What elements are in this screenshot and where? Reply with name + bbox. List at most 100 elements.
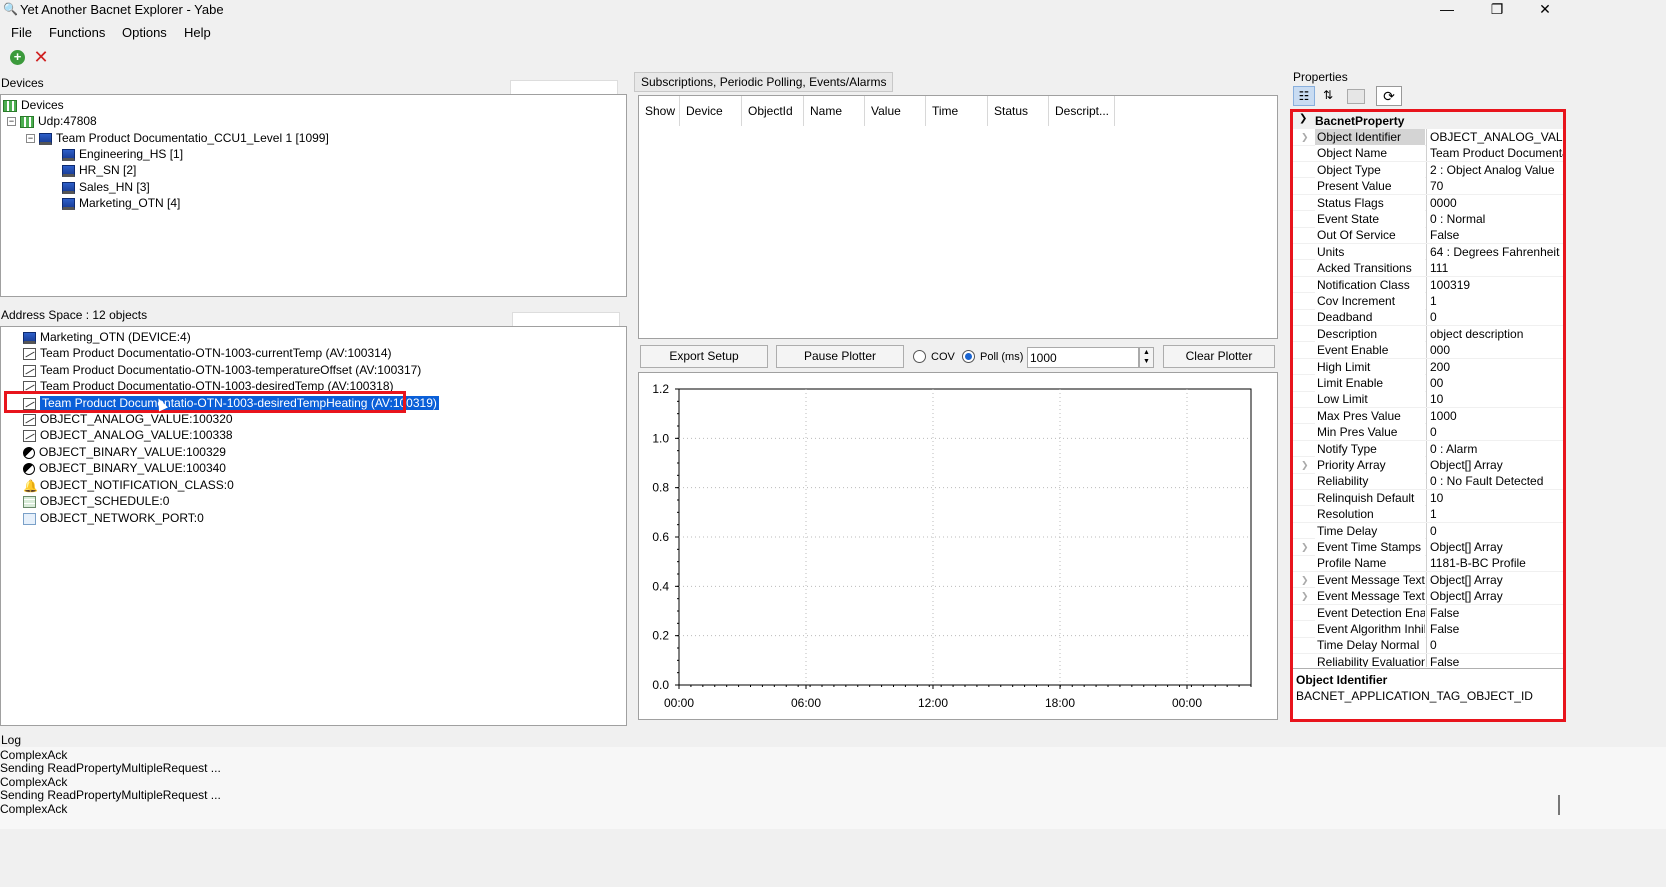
column-header[interactable]: Status [988,96,1049,126]
property-row[interactable]: Low Limit 10 [1293,391,1563,408]
property-row[interactable]: Event Algorithm Inhibi False [1293,621,1563,638]
restore-button[interactable]: ❐ [1474,0,1520,20]
property-row[interactable]: ❯ Event Message Texts Object[] Array [1293,571,1563,589]
property-value[interactable]: 0 [1426,424,1563,441]
property-row[interactable]: Resolution 1 [1293,506,1563,523]
menu-functions[interactable]: Functions [49,25,105,40]
plotter-area[interactable]: 0.0 0.2 0.4 0.6 0.8 1.0 1.2 00:00 06:00 12:00 18:0… [638,372,1278,720]
property-value[interactable]: 64 : Degrees Fahrenheit [1426,243,1563,260]
poll-radio[interactable] [962,350,975,363]
property-row[interactable]: Acked Transitions 111 [1293,260,1563,277]
poll-interval-input[interactable] [1027,347,1139,368]
tree-node-hr[interactable]: HR_SN [2] [62,162,136,178]
property-row[interactable]: Event Detection Enab False [1293,604,1563,622]
property-row[interactable]: Limit Enable 00 [1293,375,1563,392]
property-row[interactable]: ❯ Event Message Texts Object[] Array [1293,588,1563,605]
tree-node-devices[interactable]: Devices [3,97,64,113]
property-row[interactable]: Max Pres Value 1000 [1293,407,1563,425]
minimize-button[interactable]: — [1424,0,1470,20]
property-row[interactable]: Status Flags 0000 [1293,194,1563,212]
address-space-tree[interactable]: Marketing_OTN (DEVICE:4) Team Product Do… [0,326,627,726]
property-row[interactable]: Notify Type 0 : Alarm [1293,440,1563,458]
property-value[interactable]: 0 : Normal [1426,211,1563,227]
property-value[interactable]: 1 [1426,506,1563,523]
address-item[interactable]: Team Product Documentatio-OTN-1003-curre… [23,345,392,361]
property-value[interactable]: Object[] Array [1426,539,1563,555]
property-row[interactable]: Event Enable 000 [1293,342,1563,359]
collapse-icon[interactable]: ❯ [1299,113,1307,124]
property-row[interactable]: Time Delay Normal 0 [1293,637,1563,654]
column-header[interactable]: Descript... [1049,96,1115,126]
log-scrollbar[interactable] [1558,795,1560,815]
property-value[interactable]: 1000 [1426,407,1563,424]
poll-spinner[interactable]: ▲ ▼ [1139,347,1154,368]
property-row[interactable]: Event State 0 : Normal [1293,211,1563,228]
address-item[interactable]: OBJECT_ANALOG_VALUE:100320 [23,411,233,427]
expand-icon[interactable]: ❯ [1301,129,1309,145]
collapse-icon[interactable]: − [7,117,16,127]
log-area[interactable]: ComplexAck Sending ReadPropertyMultipleR… [0,747,1666,829]
close-window-button[interactable]: ✕ [1522,0,1568,20]
property-value[interactable]: 111 [1426,260,1563,277]
property-value[interactable]: Object[] Array [1426,457,1563,473]
property-row[interactable]: Reliability Evaluation I False [1293,653,1563,667]
property-value[interactable]: 000 [1426,342,1563,359]
cov-radio[interactable] [913,350,926,363]
property-row[interactable]: Profile Name 1181-B-BC Profile [1293,555,1563,572]
remove-device-icon[interactable]: ✕ [33,48,49,66]
expand-icon[interactable]: ❯ [1301,539,1309,555]
property-row[interactable]: Description object description [1293,325,1563,343]
export-setup-button[interactable]: Export Setup [640,345,768,368]
property-row[interactable]: Cov Increment 1 [1293,293,1563,310]
menu-help[interactable]: Help [184,25,211,40]
property-value[interactable]: 00 [1426,375,1563,391]
property-row[interactable]: Deadband 0 [1293,309,1563,326]
property-value[interactable]: Object[] Array [1426,571,1563,588]
add-device-icon[interactable]: + [10,50,25,65]
property-rows[interactable]: ❯ Object Identifier OBJECT_ANALOG_VALU Obje… [1293,129,1563,667]
clear-plotter-button[interactable]: Clear Plotter [1163,345,1275,368]
column-header[interactable]: Name [804,96,865,126]
property-category[interactable]: ❯ BacnetProperty [1293,112,1563,129]
property-value[interactable]: object description [1426,325,1563,342]
tab-subscriptions[interactable]: Subscriptions, Periodic Polling, Events/… [634,72,894,92]
property-value[interactable]: 70 [1426,178,1563,195]
address-item[interactable]: OBJECT_ANALOG_VALUE:100338 [23,427,233,443]
property-value[interactable]: 0 : Alarm [1426,440,1563,457]
tree-node-udp[interactable]: − Udp:47808 [7,113,97,129]
property-pages-icon[interactable] [1347,89,1365,104]
column-header[interactable]: Show [639,96,680,126]
property-row[interactable]: Object Type 2 : Object Analog Value [1293,161,1563,179]
property-value[interactable]: OBJECT_ANALOG_VALU [1426,129,1563,145]
property-row[interactable]: Notification Class 100319 [1293,276,1563,294]
collapse-icon[interactable]: − [26,134,35,144]
property-value[interactable]: 0 [1426,522,1563,539]
property-value[interactable]: 200 [1426,358,1563,375]
column-header[interactable]: Value [865,96,926,126]
property-row[interactable]: Out Of Service False [1293,227,1563,244]
property-value[interactable]: 10 [1426,391,1563,408]
tree-node-engineering[interactable]: Engineering_HS [1] [62,146,183,162]
property-value[interactable]: False [1426,604,1563,621]
property-value[interactable]: 0 : No Fault Detected [1426,473,1563,490]
column-header[interactable]: Time [926,96,988,126]
property-value[interactable]: False [1426,227,1563,244]
address-item[interactable]: OBJECT_NETWORK_PORT:0 [23,510,204,526]
address-item[interactable]: OBJECT_BINARY_VALUE:100329 [23,444,226,460]
address-item[interactable]: Marketing_OTN (DEVICE:4) [23,329,191,345]
expand-icon[interactable]: ❯ [1301,457,1309,473]
property-row[interactable]: ❯ Object Identifier OBJECT_ANALOG_VALU [1293,129,1563,146]
property-value[interactable]: False [1426,653,1563,667]
devices-tree[interactable]: Devices − Udp:47808 − Team Product Documen… [0,94,627,297]
expand-icon[interactable]: ❯ [1301,572,1309,588]
property-value[interactable]: 1 [1426,293,1563,309]
property-row[interactable]: Object Name Team Product Documenta [1293,145,1563,162]
property-value[interactable]: 0000 [1426,194,1563,211]
property-row[interactable]: Present Value 70 [1293,178,1563,195]
address-item[interactable]: OBJECT_SCHEDULE:0 [23,493,169,509]
expand-icon[interactable]: ❯ [1301,588,1309,604]
property-value[interactable]: Object[] Array [1426,588,1563,605]
tree-node-marketing[interactable]: Marketing_OTN [4] [62,195,180,211]
property-value[interactable]: 0 [1426,309,1563,326]
address-item[interactable]: Team Product Documentatio-OTN-1003-tempe… [23,362,421,378]
